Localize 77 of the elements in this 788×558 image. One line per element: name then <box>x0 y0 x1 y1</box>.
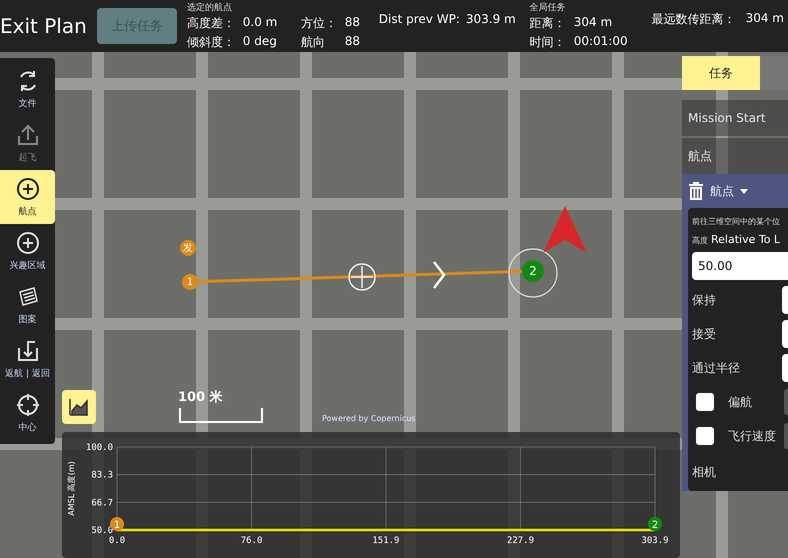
input-field[interactable] <box>784 389 788 415</box>
y-axis-label: AMSL 高度(m) <box>67 461 76 516</box>
x-tick-label: 0.0 <box>108 536 126 546</box>
stat-value: 304 m <box>574 15 614 31</box>
stat-label: 距离： <box>530 15 566 32</box>
checkbox[interactable] <box>696 427 714 445</box>
stat-value: 88 <box>344 15 362 31</box>
checkbox-label: 偏航 <box>728 394 752 410</box>
toolbar-button[interactable]: 兴趣区域 <box>0 224 55 278</box>
plus-circle-icon <box>14 230 40 256</box>
altitude-label: 高度 <box>692 235 708 246</box>
chart-icon <box>68 397 90 417</box>
trash-icon[interactable] <box>688 182 704 200</box>
altitude-field[interactable]: 50.00 <box>692 252 788 280</box>
selection-ring <box>508 248 558 298</box>
field-label: 通过半径 <box>692 360 740 376</box>
mission-item[interactable]: 航点 <box>682 138 788 174</box>
toolbar-label: 中心 <box>18 422 36 434</box>
stat-label: 最远数传距离： <box>652 10 736 28</box>
stat-value: 0 deg <box>242 34 278 50</box>
vehicle-arrow-icon <box>543 206 587 253</box>
y-tick-label: 66.7 <box>91 498 113 508</box>
stat-label: 方位： <box>300 15 337 32</box>
stat-label: 高度差： <box>186 15 235 32</box>
y-tick-label: 100.0 <box>86 443 113 453</box>
checkbox[interactable] <box>696 393 714 411</box>
stat-label: Dist prev WP: <box>378 12 460 26</box>
chart-toggle-button[interactable] <box>62 390 96 424</box>
input-field[interactable] <box>784 423 788 449</box>
stat-value: 0.0 m <box>242 15 278 31</box>
x-tick-label: 151.9 <box>372 536 400 546</box>
map-attribution: Powered by Copernicus <box>322 414 416 423</box>
x-tick-label: 227.9 <box>506 536 534 546</box>
stat-value: 88 <box>344 34 362 50</box>
y-tick-label: 50.0 <box>91 526 113 536</box>
toolbar-button[interactable]: 返航 | 返回 <box>0 332 55 386</box>
stat-label: 倾斜度： <box>186 34 235 51</box>
crosshair-icon <box>14 392 40 418</box>
stat-value: 304 m <box>746 10 784 26</box>
altitude-mode-dropdown[interactable]: Relative To L <box>711 233 780 246</box>
exit-plan-link[interactable]: Exit Plan <box>0 14 87 38</box>
y-tick-label: 83.3 <box>91 470 113 481</box>
plus-circle-icon <box>14 176 40 202</box>
item-type-dropdown[interactable]: 航点 <box>710 182 734 200</box>
group-title: 全局任务 <box>530 2 567 14</box>
field-label: 保持 <box>692 292 716 308</box>
checkbox-label: 飞行速度 <box>728 428 776 444</box>
group-title: 选定的航点 <box>186 2 233 14</box>
toolbar-label: 图案 <box>18 313 36 326</box>
toolbar-button[interactable]: 图案 <box>0 278 55 332</box>
scale-label: 100 米 <box>178 389 223 406</box>
input-field[interactable] <box>782 320 788 348</box>
toolbar-button[interactable]: 文件 <box>0 62 55 116</box>
panel-tab[interactable]: 任务 <box>682 56 760 90</box>
chart-waypoint-marker: 2 <box>648 517 662 531</box>
toolbar-label: 航点 <box>18 206 36 218</box>
section-label: 相机 <box>692 464 717 481</box>
chevron-icon[interactable] <box>433 261 446 289</box>
toolbar-label: 返航 | 返回 <box>5 368 50 380</box>
stat-value: 303.9 m <box>466 12 516 26</box>
field-label: 接受 <box>692 326 716 342</box>
input-field[interactable] <box>782 286 788 314</box>
stat-value: 00:01:00 <box>574 34 628 50</box>
toolbar-label: 起飞 <box>18 152 36 164</box>
stat-label: 时间： <box>530 34 566 51</box>
toolbar-label: 文件 <box>18 98 36 110</box>
toolbar-button[interactable]: 航点 <box>0 170 55 224</box>
input-field[interactable] <box>782 354 788 382</box>
crosshair-icon[interactable] <box>348 263 376 291</box>
item-description: 前往三维空间中的某个位 <box>692 216 781 227</box>
x-tick-label: 76.0 <box>240 536 262 546</box>
toolbar-label: 兴趣区域 <box>10 260 46 272</box>
x-tick-label: 303.9 <box>641 536 669 546</box>
stat-label: 航向 <box>300 34 326 51</box>
mission-item[interactable]: Mission Start <box>682 100 788 136</box>
caret-icon[interactable] <box>740 188 748 194</box>
toolbar-button[interactable]: 中心 <box>0 386 55 440</box>
